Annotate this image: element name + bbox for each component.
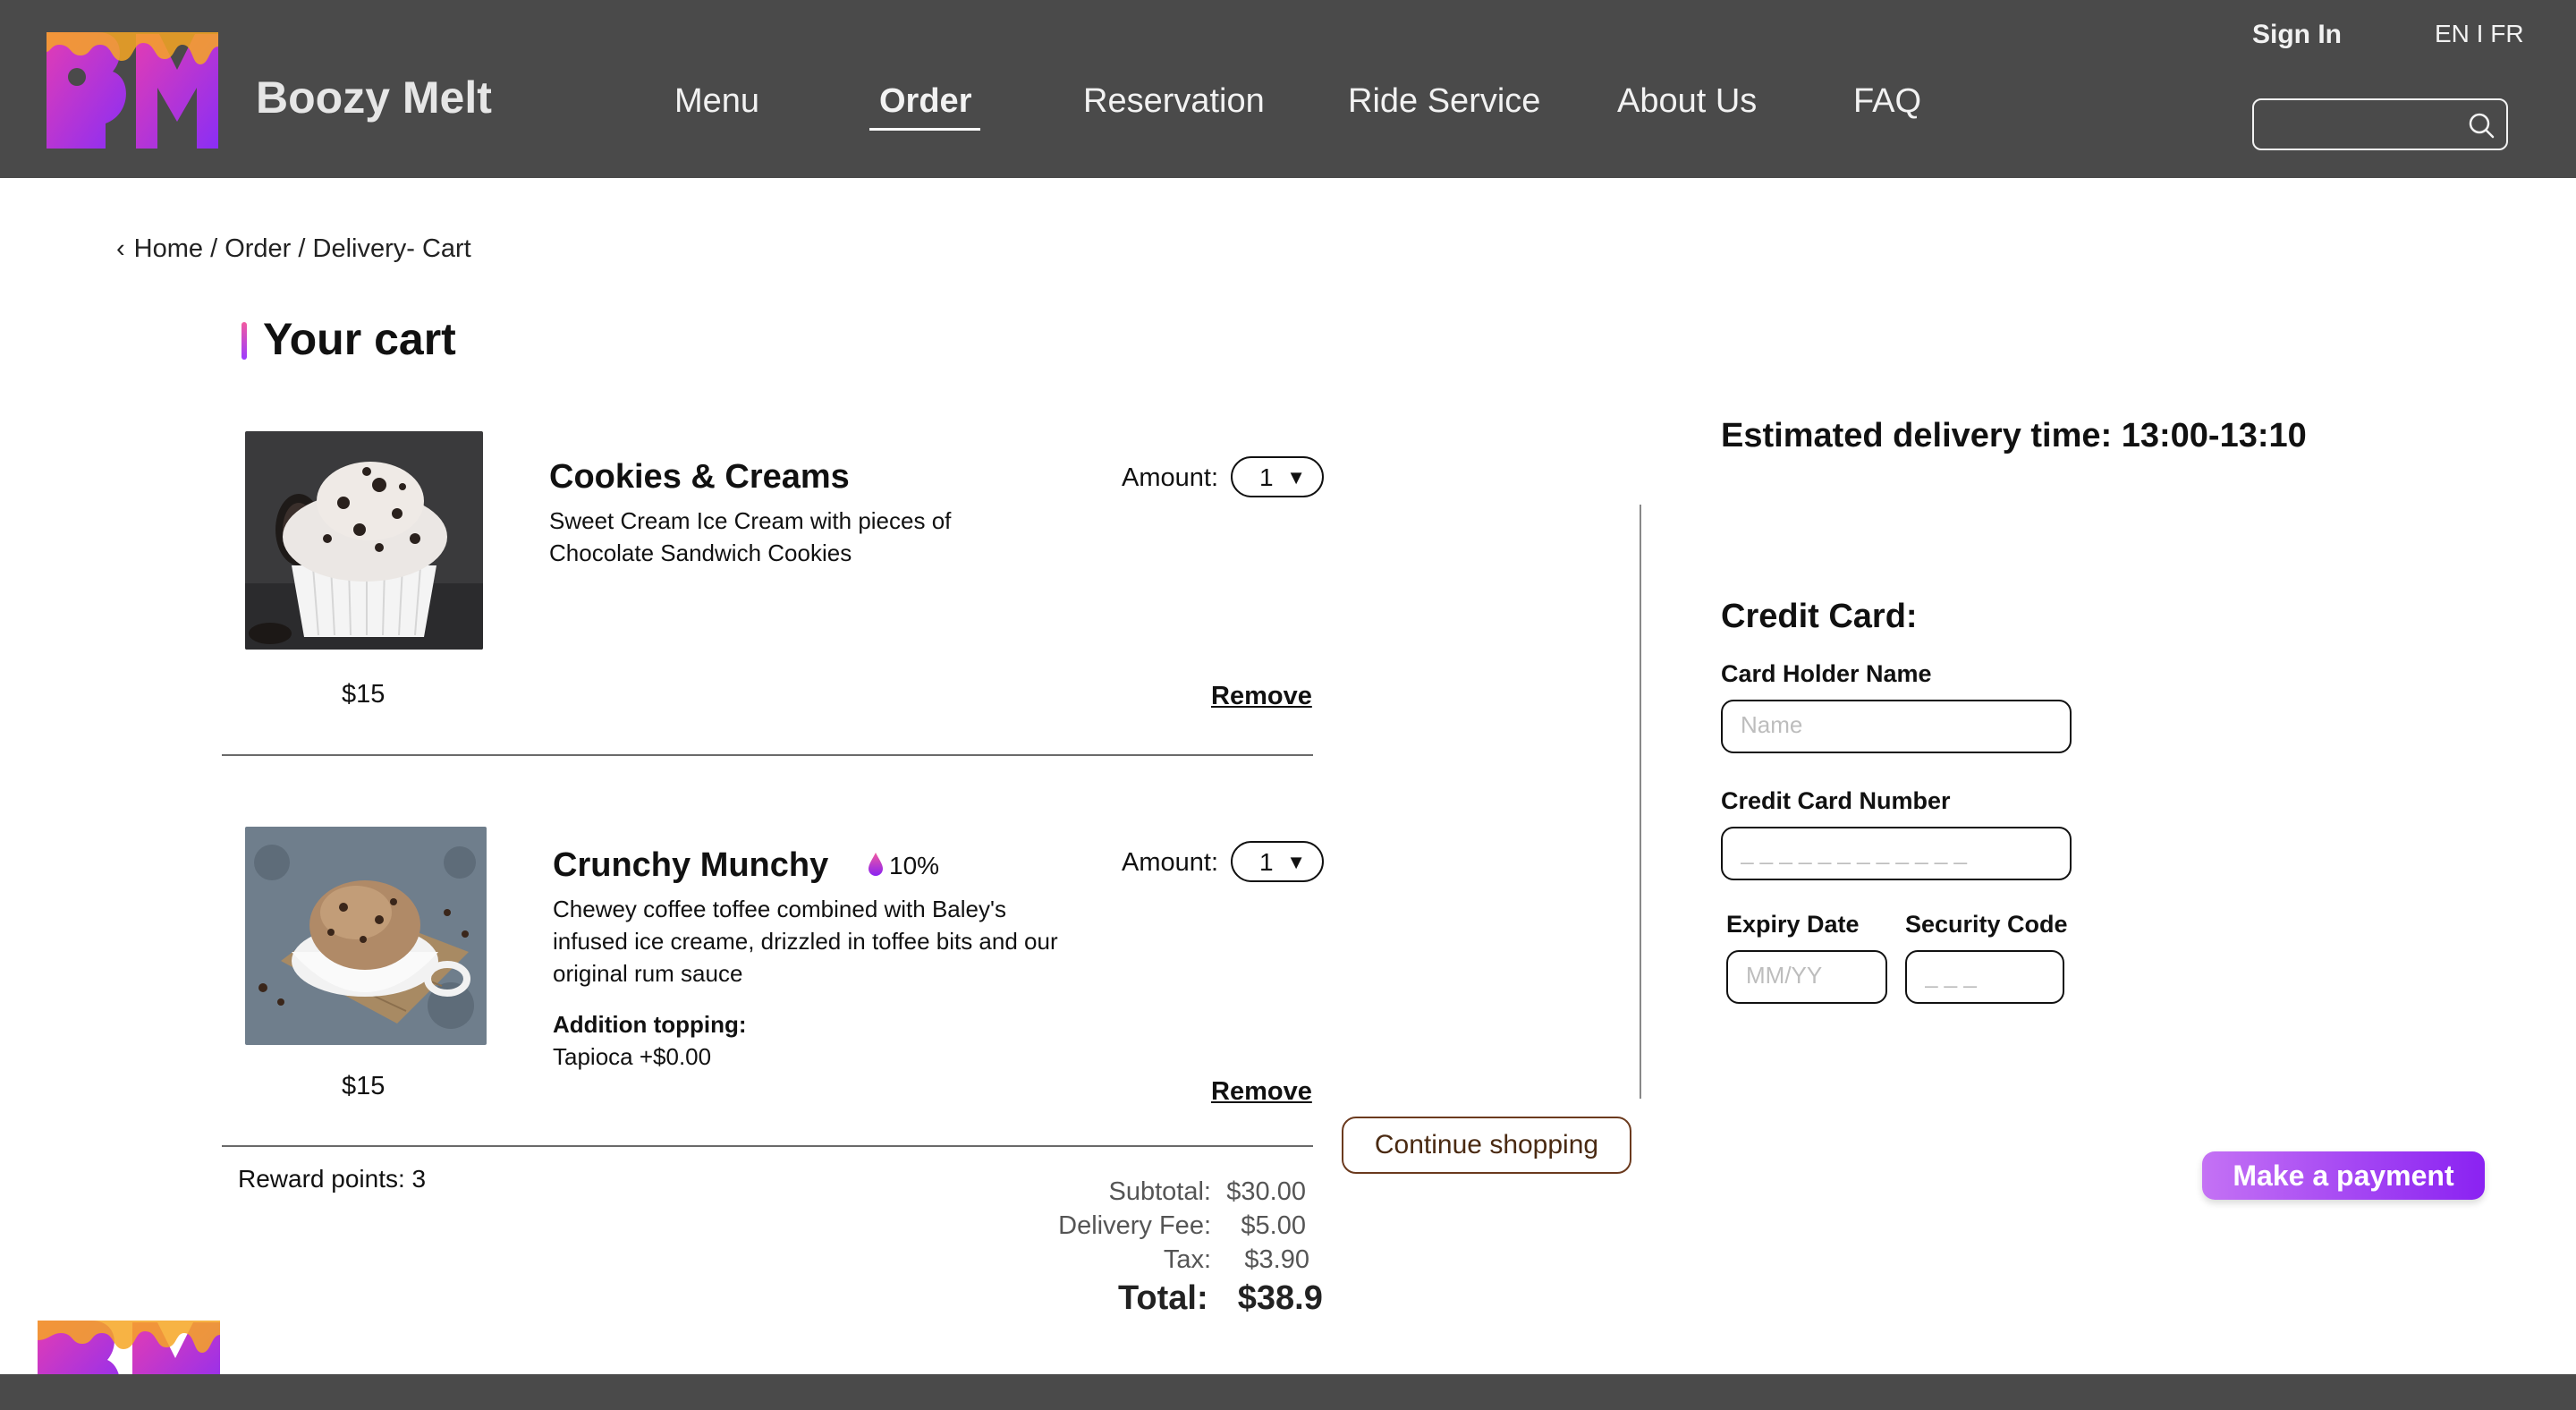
amount-select[interactable]: 1 ▼ (1231, 456, 1324, 497)
nav-order[interactable]: Order (879, 82, 971, 121)
item-price: $15 (342, 1072, 386, 1100)
tax-value: $3.90 (1244, 1245, 1309, 1274)
amount-value: 1 (1259, 848, 1274, 876)
triangle-down-icon: ▼ (1286, 466, 1306, 488)
nav-faq[interactable]: FAQ (1853, 82, 1921, 121)
expiry-date-input[interactable] (1744, 961, 1873, 990)
nav-menu[interactable]: Menu (674, 82, 759, 121)
item-name: Cookies & Creams (549, 458, 850, 496)
card-number-input[interactable] (1739, 837, 2055, 867)
remove-button[interactable]: Remove (1211, 1077, 1312, 1107)
nav-reservation[interactable]: Reservation (1083, 82, 1265, 121)
total-label: Total: (1118, 1279, 1208, 1317)
topping-value: Tapioca +$0.00 (553, 1043, 712, 1070)
card-holder-field (1721, 700, 2072, 753)
estimated-delivery-time: Estimated delivery time: 13:00-13:10 (1721, 417, 2307, 454)
title-accent-bar (242, 322, 247, 360)
divider (222, 754, 1313, 756)
amount-select[interactable]: 1 ▼ (1231, 841, 1324, 882)
item-price: $15 (342, 680, 386, 709)
bm-logo-icon[interactable] (43, 25, 222, 154)
card-number-field (1721, 827, 2072, 880)
divider (222, 1145, 1313, 1147)
page-title: Your cart (263, 314, 456, 364)
amount-label: Amount: (1122, 463, 1218, 492)
total-row: Total: $38.9 (1118, 1279, 1323, 1318)
card-holder-input[interactable] (1739, 710, 2055, 740)
credit-card-title: Credit Card: (1721, 598, 1918, 635)
subtotal-value: $30.00 (1226, 1177, 1306, 1206)
item-description: Chewey coffee toffee combined with Baley… (553, 896, 1058, 987)
security-code-field (1905, 950, 2064, 1004)
card-number-label: Credit Card Number (1721, 787, 1951, 814)
continue-shopping-button[interactable]: Continue shopping (1342, 1117, 1631, 1174)
item-description: Sweet Cream Ice Cream with pieces of Cho… (549, 507, 952, 566)
top-navigation-bar: Boozy Melt Menu Order Reservation Ride S… (0, 0, 2576, 178)
search-box (2252, 98, 2508, 150)
nav-about-us[interactable]: About Us (1617, 82, 1757, 121)
vertical-divider (1640, 505, 1641, 1099)
reward-points: Reward points: 3 (238, 1165, 427, 1193)
triangle-down-icon: ▼ (1286, 851, 1306, 873)
alcohol-percentage: 10% (889, 852, 940, 879)
delivery-fee-value: $5.00 (1241, 1211, 1306, 1240)
security-code-label: Security Code (1905, 911, 2068, 938)
item-name: Crunchy Munchy (553, 846, 829, 884)
active-nav-underline (869, 128, 980, 131)
crunchy-munchy-image (245, 827, 487, 1045)
tax-label: Tax: (1163, 1245, 1211, 1274)
footer-bar (0, 1374, 2576, 1410)
make-payment-button[interactable]: Make a payment (2202, 1151, 2485, 1200)
delivery-fee-label: Delivery Fee: (1058, 1211, 1211, 1240)
amount-value: 1 (1259, 463, 1274, 491)
expiry-date-field (1726, 950, 1887, 1004)
sign-in-link[interactable]: Sign In (2252, 20, 2342, 50)
chevron-left-icon[interactable]: ‹ (116, 234, 125, 264)
brand-name[interactable]: Boozy Melt (256, 72, 492, 123)
topping-label: Addition topping: (553, 1011, 747, 1038)
drop-icon (869, 853, 883, 876)
amount-label: Amount: (1122, 848, 1218, 877)
search-input[interactable] (2263, 106, 2454, 143)
language-switch[interactable]: EN I FR (2435, 20, 2524, 48)
search-icon[interactable] (2467, 111, 2496, 140)
total-value: $38.9 (1237, 1279, 1323, 1317)
expiry-date-label: Expiry Date (1726, 911, 1860, 938)
remove-button[interactable]: Remove (1211, 682, 1312, 711)
subtotal-label: Subtotal: (1108, 1177, 1211, 1206)
nav-ride-service[interactable]: Ride Service (1348, 82, 1540, 121)
card-holder-label: Card Holder Name (1721, 660, 1932, 687)
security-code-input[interactable] (1923, 961, 2052, 990)
cookies-and-creams-image (245, 431, 483, 650)
breadcrumb: ‹ Home / Order / Delivery- Cart (116, 234, 471, 264)
breadcrumb-text[interactable]: Home / Order / Delivery- Cart (134, 234, 471, 263)
